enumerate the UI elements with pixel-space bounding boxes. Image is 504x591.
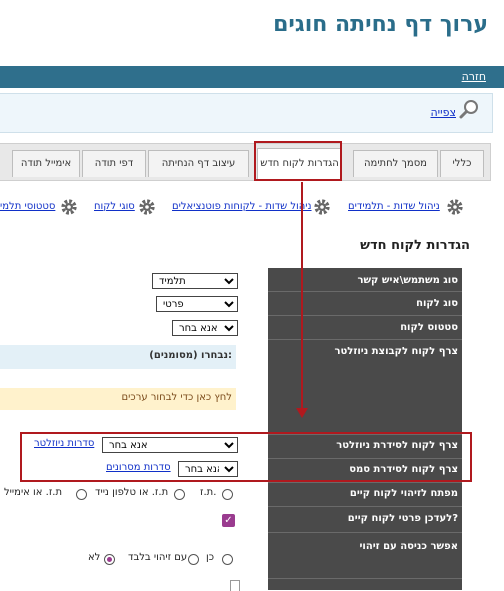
client-status-select[interactable]: אנא בחר	[172, 320, 238, 336]
allow-login-id-only-radio[interactable]	[188, 554, 199, 565]
contact-type-select[interactable]: תלמיד	[152, 273, 238, 289]
tab-thank-you-email[interactable]: אימייל תודה	[12, 150, 80, 177]
identify-by-id-or-phone-label: ת.ז. או טלפון נייד	[95, 487, 169, 498]
tab-general[interactable]: כללי	[440, 150, 484, 177]
section-title: הגדרות לקוח חדש	[360, 238, 470, 253]
view-toolbar	[0, 93, 493, 133]
back-link[interactable]: חזרה	[462, 70, 486, 83]
update-existing-checkbox[interactable]: ✓	[222, 514, 235, 527]
identify-by-id-or-email-radio[interactable]	[76, 489, 87, 500]
allow-login-no-radio[interactable]	[104, 554, 115, 565]
tab-signature-document[interactable]: מסמך לחתימה	[353, 150, 438, 177]
identify-by-id-or-email-label: ת.ז. או אימייל	[4, 487, 63, 498]
gear-icon	[61, 199, 77, 215]
allow-login-no-label: לא	[88, 552, 101, 563]
label-identify-key: מפתח לזיהוי לקוח קיים	[349, 488, 458, 499]
allow-login-id-only-label: עם זיהוי בלבד	[128, 552, 188, 563]
partial-element	[230, 580, 240, 591]
tab-highlight-annotation	[254, 141, 342, 181]
tab-thank-you-pages[interactable]: דפי תודה	[82, 150, 146, 177]
identify-by-id-label: ת.ז.	[200, 487, 217, 498]
allow-login-yes-label: כן	[206, 552, 215, 563]
link-student-statuses[interactable]: סטטוסי תלמי	[0, 201, 55, 212]
client-type-select[interactable]: פרטי	[156, 296, 238, 312]
identify-by-id-radio[interactable]	[222, 489, 233, 500]
newsletter-group-selected-text: נבחרו (מסומנים):	[149, 350, 232, 361]
identify-by-id-or-phone-radio[interactable]	[174, 489, 185, 500]
link-manage-lead-fields[interactable]: ניהול שדות - לקוחות פוטנציאלים	[172, 201, 312, 212]
gear-icon	[447, 199, 463, 215]
label-client-type: סוג לקוח	[416, 298, 458, 309]
gear-icon	[314, 199, 330, 215]
view-link[interactable]: צפייה	[430, 106, 456, 119]
label-contact-type: סוג משתמש\איש קשר	[357, 275, 458, 286]
label-client-status: סטטוס לקוח	[400, 322, 458, 333]
link-client-types[interactable]: סוגי לקוח	[94, 201, 135, 212]
label-newsletter-group: צרף לקוח לקבוצת ניוזלטר	[334, 346, 458, 357]
newsletter-group-click-hint[interactable]: לחץ כאן כדי לבחור ערכים	[122, 392, 232, 403]
search-icon[interactable]	[458, 98, 482, 122]
link-manage-student-fields[interactable]: ניהול שדות - תלמידים	[348, 201, 440, 212]
tab-landing-page-design[interactable]: עיצוב דף הנחיתה	[148, 150, 249, 177]
arrow-head-annotation	[296, 408, 308, 418]
label-update-existing: לעדכן פרטי לקוח קיים?	[347, 513, 458, 524]
allow-login-yes-radio[interactable]	[222, 554, 233, 565]
label-allow-login: אפשר כניסה עם זיהוי	[359, 541, 458, 552]
page-title: ערוך דף נחיתה חוגים	[273, 12, 488, 37]
arrow-annotation	[301, 182, 303, 412]
series-highlight-annotation	[20, 432, 472, 482]
gear-icon	[139, 199, 155, 215]
top-navigation-bar	[0, 66, 504, 88]
